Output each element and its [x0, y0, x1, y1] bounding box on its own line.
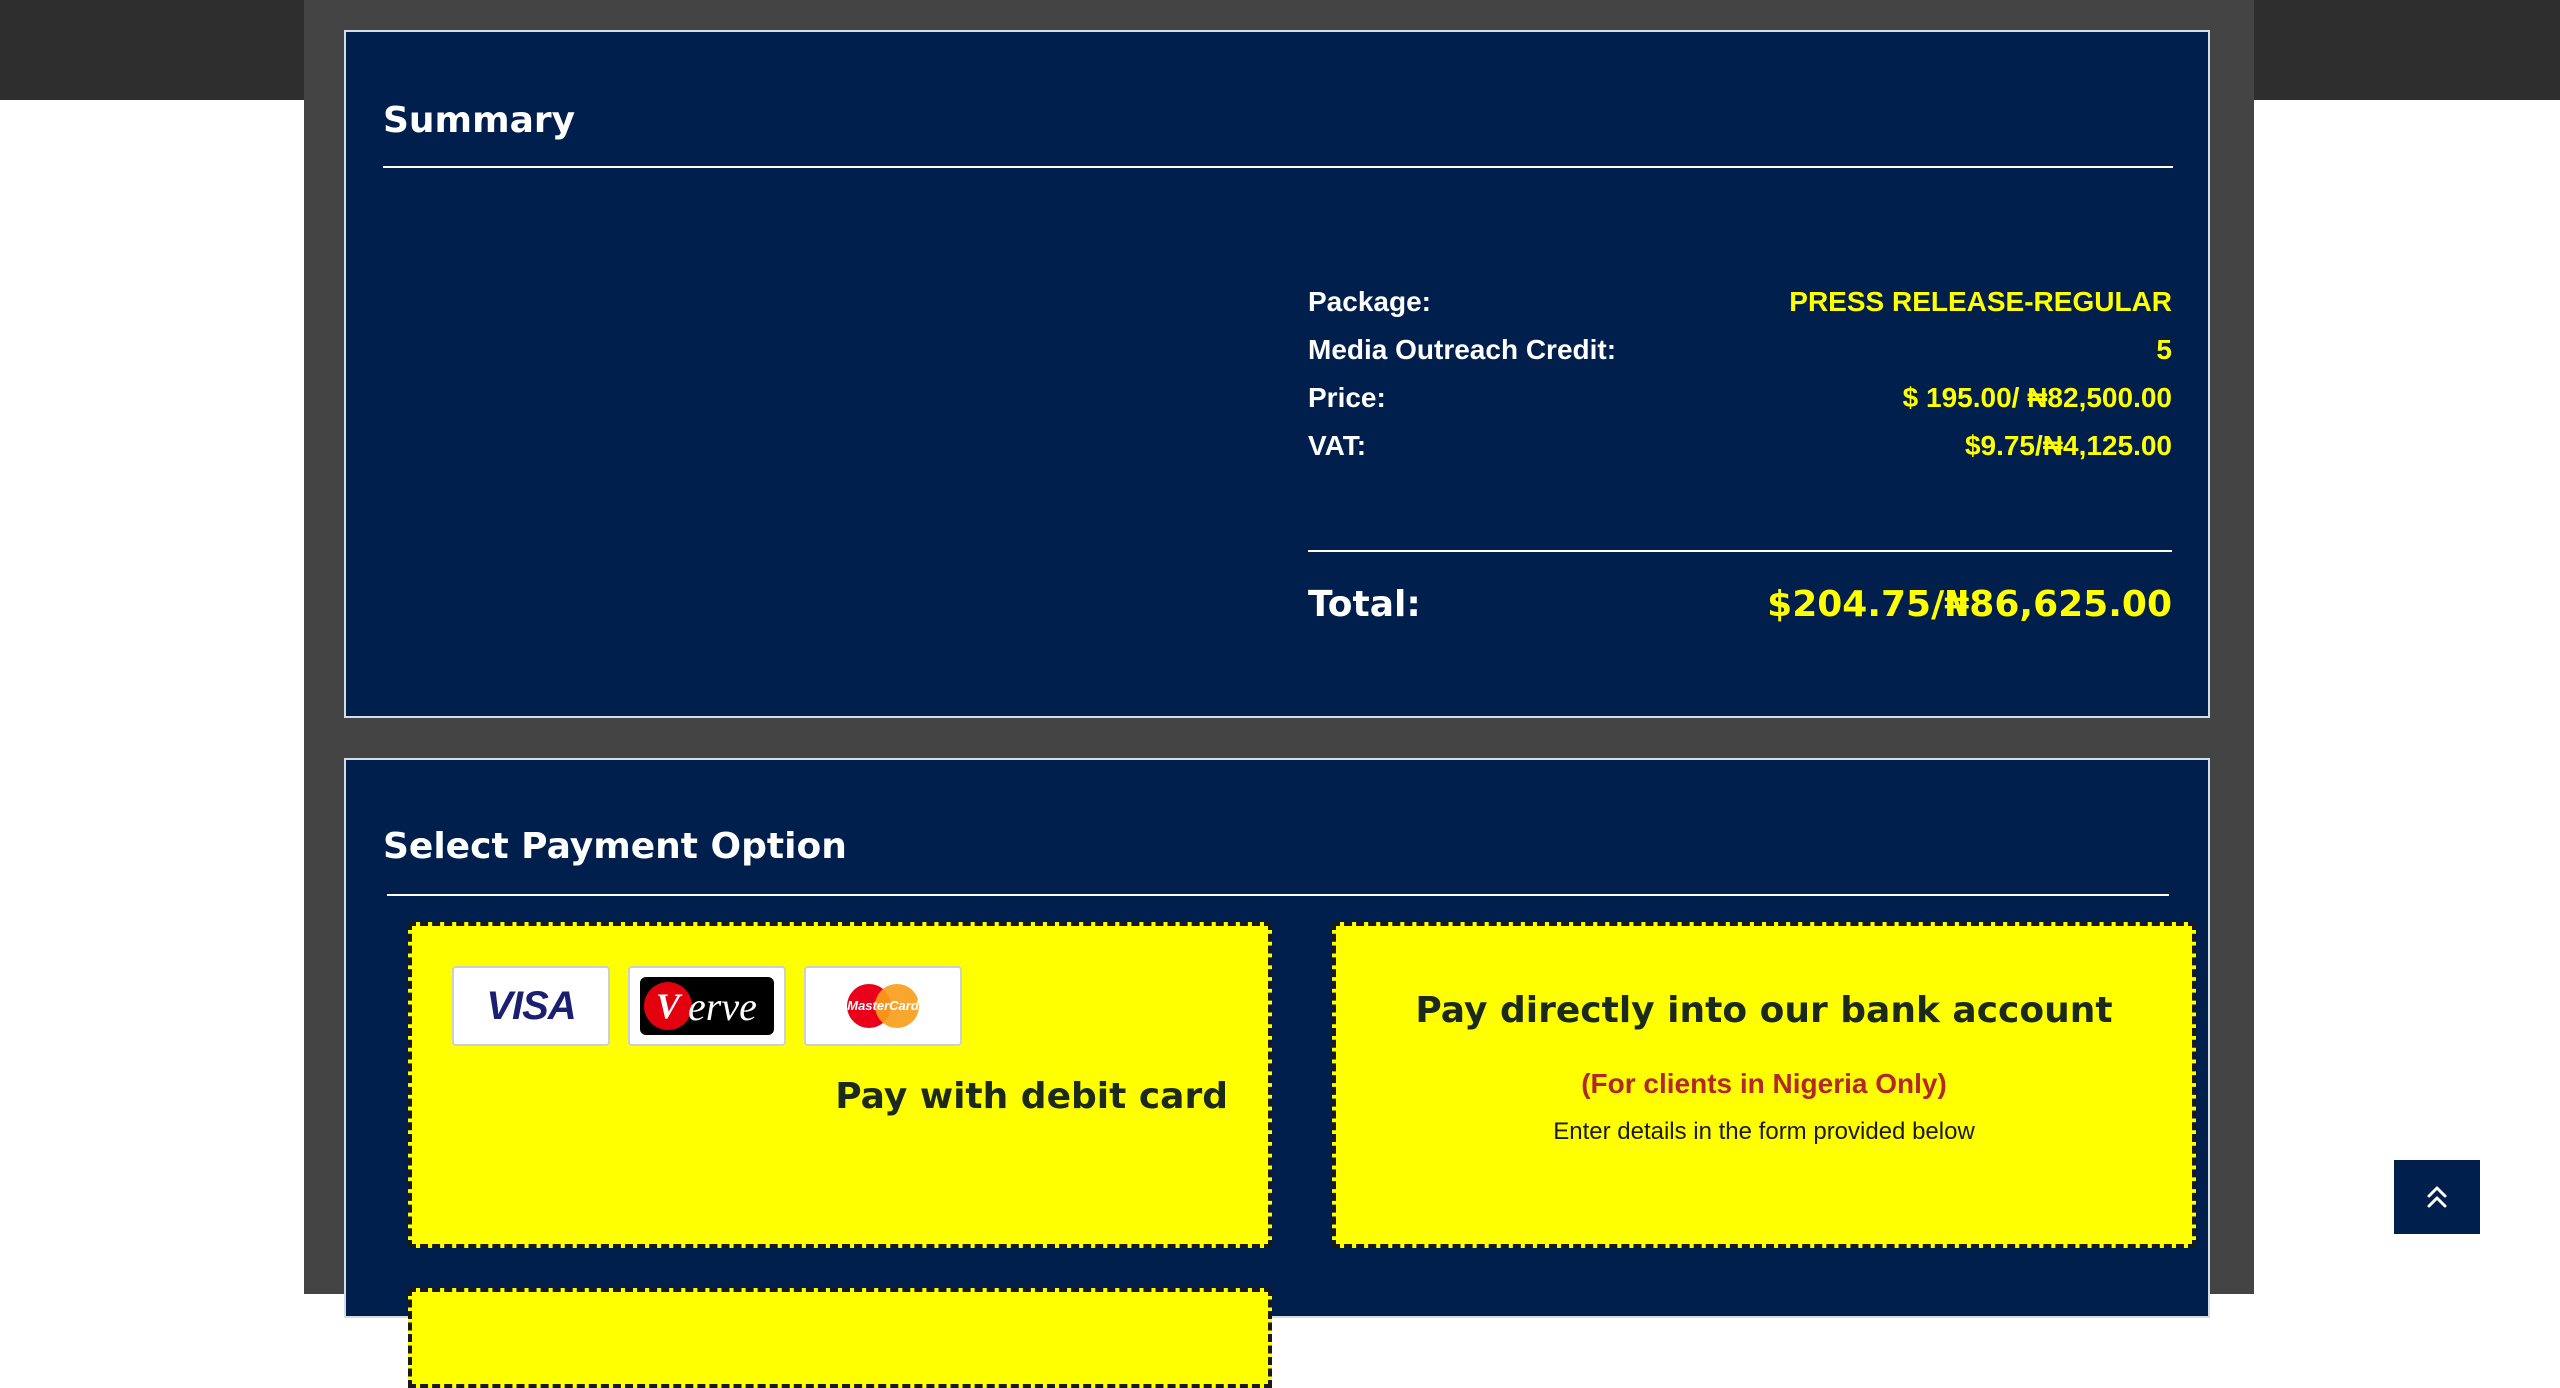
- verve-logo-text: erve: [688, 983, 757, 1029]
- payment-title-divider: [387, 894, 2169, 896]
- price-value: $ 195.00/ ₦82,500.00: [1902, 382, 2172, 413]
- vat-label: VAT:: [1308, 430, 1367, 461]
- mastercard-circles: MasterCard: [847, 984, 919, 1028]
- payment-title: Select Payment Option: [383, 826, 847, 867]
- summary-row-credit: Media Outreach Credit: 5: [1308, 326, 2172, 374]
- mastercard-logo: MasterCard: [804, 966, 962, 1046]
- bank-transfer-description: Enter details in the form provided below: [1553, 1118, 1975, 1145]
- payment-panel: Select Payment Option VISA V erve Master…: [344, 758, 2210, 1388]
- verve-logo: V erve: [628, 966, 786, 1046]
- credit-value: 5: [2156, 334, 2172, 365]
- total-divider: [1308, 550, 2172, 552]
- verve-badge: V erve: [640, 977, 774, 1035]
- summary-row-package: Package: PRESS RELEASE-REGULAR: [1308, 278, 2172, 326]
- pay-with-card-option[interactable]: VISA V erve MasterCard Pay with debit ca…: [408, 922, 1272, 1248]
- package-value: PRESS RELEASE-REGULAR: [1789, 286, 2172, 317]
- total-value: $204.75/₦86,625.00: [1767, 583, 2172, 625]
- visa-logo: VISA: [452, 966, 610, 1046]
- price-label: Price:: [1308, 382, 1386, 413]
- mastercard-logo-text: MasterCard: [847, 998, 919, 1013]
- verve-mark: V: [644, 982, 692, 1030]
- summary-total-row: Total: $204.75/₦86,625.00: [1308, 572, 2172, 636]
- total-label: Total:: [1308, 583, 1421, 625]
- package-label: Package:: [1308, 286, 1431, 317]
- vat-value: $9.75/₦4,125.00: [1964, 430, 2172, 461]
- summary-row-vat: VAT: $9.75/₦4,125.00: [1308, 422, 2172, 470]
- pay-bank-transfer-option[interactable]: Pay directly into our bank account (For …: [1332, 922, 2196, 1248]
- content-wrapper: Summary Package: PRESS RELEASE-REGULAR M…: [304, 0, 2254, 1388]
- back-to-top-button[interactable]: [2394, 1160, 2480, 1234]
- bank-transfer-note: (For clients in Nigeria Only): [1581, 1068, 1947, 1099]
- summary-panel: Summary Package: PRESS RELEASE-REGULAR M…: [344, 30, 2210, 718]
- double-chevron-up-icon: [2427, 1186, 2447, 1208]
- summary-title: Summary: [383, 100, 576, 141]
- additional-payment-option[interactable]: [408, 1288, 1272, 1388]
- pay-with-card-label: Pay with debit card: [835, 1076, 1228, 1117]
- visa-logo-text: VISA: [486, 983, 576, 1028]
- summary-title-divider: [383, 166, 2173, 168]
- card-logos: VISA V erve MasterCard: [452, 966, 962, 1046]
- summary-row-price: Price: $ 195.00/ ₦82,500.00: [1308, 374, 2172, 422]
- summary-details: Package: PRESS RELEASE-REGULAR Media Out…: [1308, 278, 2172, 470]
- credit-label: Media Outreach Credit:: [1308, 334, 1617, 365]
- bank-transfer-title: Pay directly into our bank account: [1415, 990, 2113, 1031]
